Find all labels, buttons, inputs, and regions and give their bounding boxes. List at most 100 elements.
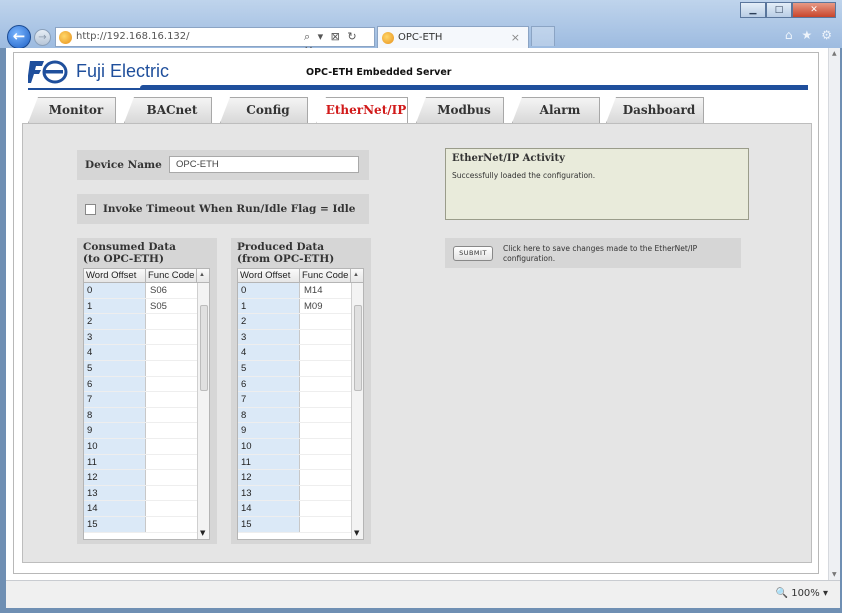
scroll-thumb[interactable] [354,305,362,391]
device-name-input[interactable]: OPC-ETH [169,156,359,173]
func-code-cell[interactable]: M09 [300,299,351,314]
table-row[interactable]: 11 [84,454,197,471]
func-code-cell[interactable] [146,314,197,329]
func-code-cell[interactable] [146,455,197,470]
tab-close-icon[interactable]: × [511,31,520,44]
new-tab-button[interactable] [531,26,555,46]
scroll-up-icon[interactable]: ▲ [832,50,837,57]
back-button[interactable]: ← [7,25,31,49]
func-code-cell[interactable] [300,345,351,360]
func-code-cell[interactable] [300,423,351,438]
consumed-grid-scrollbar[interactable]: ▼ [197,283,209,539]
table-row[interactable]: 7 [84,392,197,408]
table-row[interactable]: 15 [84,516,197,533]
scroll-up-icon[interactable]: ▲ [199,272,205,278]
scroll-down-icon[interactable]: ▼ [832,571,837,578]
func-code-cell[interactable] [300,439,351,454]
table-row[interactable]: 12 [238,470,351,486]
favorites-star-icon[interactable]: ★ [801,28,812,42]
tab-ethernet-ip[interactable]: EtherNet/IP [316,97,408,124]
func-code-cell[interactable]: S05 [146,299,197,314]
home-icon[interactable]: ⌂ [785,28,793,42]
func-code-cell[interactable] [146,361,197,376]
func-code-cell[interactable] [300,517,351,532]
func-code-cell[interactable] [146,439,197,454]
scroll-up-icon[interactable]: ▲ [353,272,359,278]
invoke-timeout-checkbox[interactable] [85,204,96,215]
zoom-level[interactable]: 🔍 100% ▾ [776,588,828,599]
tab-dashboard[interactable]: Dashboard [606,97,704,123]
table-row[interactable]: 9 [84,423,197,439]
func-code-cell[interactable]: S06 [146,283,197,298]
func-code-cell[interactable] [300,455,351,470]
settings-gear-icon[interactable]: ⚙ [821,28,832,42]
submit-button[interactable]: SUBMIT [453,246,493,261]
table-row[interactable]: 8 [238,407,351,424]
table-row[interactable]: 13 [238,485,351,502]
table-row[interactable]: 9 [238,423,351,439]
table-row[interactable]: 6 [84,376,197,393]
tab-monitor[interactable]: Monitor [28,97,116,123]
table-row[interactable]: 10 [84,438,197,455]
table-row[interactable]: 4 [238,345,351,361]
func-code-cell[interactable] [146,330,197,345]
table-row[interactable]: 11 [238,454,351,471]
func-code-cell[interactable] [146,486,197,501]
table-row[interactable]: 7 [238,392,351,408]
table-row[interactable]: 6 [238,376,351,393]
table-row[interactable]: 5 [84,360,197,377]
func-code-cell[interactable] [146,408,197,423]
tab-modbus[interactable]: Modbus [416,97,504,123]
func-code-cell[interactable] [300,408,351,423]
table-row[interactable]: 3 [238,329,351,346]
func-code-cell[interactable] [300,361,351,376]
func-code-cell[interactable] [300,330,351,345]
produced-grid-scrollbar[interactable]: ▼ [351,283,363,539]
table-row[interactable]: 4 [84,345,197,361]
table-row[interactable]: 1 M09 [238,298,351,315]
table-row[interactable]: 13 [84,485,197,502]
func-code-cell[interactable] [146,345,197,360]
func-code-cell[interactable] [146,501,197,516]
table-row[interactable]: 8 [84,407,197,424]
consumed-data-grid[interactable]: Word Offset Func Code ▲ 0 S06 1 S05 2 3 4 5 6 7 8 9… [83,268,210,540]
maximize-button[interactable]: □ [766,2,792,18]
table-row[interactable]: 0 S06 [84,283,197,299]
scroll-thumb[interactable] [200,305,208,391]
table-row[interactable]: 10 [238,438,351,455]
col-header-func-code[interactable]: Func Code [146,269,197,283]
forward-button[interactable]: → [34,29,51,46]
table-row[interactable]: 12 [84,470,197,486]
func-code-cell[interactable] [146,470,197,485]
func-code-cell[interactable] [300,501,351,516]
func-code-cell[interactable] [146,377,197,392]
func-code-cell[interactable] [300,377,351,392]
table-row[interactable]: 0 M14 [238,283,351,299]
table-row[interactable]: 5 [238,360,351,377]
table-row[interactable]: 15 [238,516,351,533]
col-header-func-code[interactable]: Func Code [300,269,351,283]
func-code-cell[interactable] [300,470,351,485]
table-row[interactable]: 14 [84,501,197,517]
func-code-cell[interactable] [300,486,351,501]
minimize-button[interactable]: ▁ [740,2,766,18]
scroll-down-icon[interactable]: ▼ [200,529,205,537]
func-code-cell[interactable] [146,517,197,532]
tab-bacnet[interactable]: BACnet [124,97,212,123]
col-header-word-offset[interactable]: Word Offset [238,269,300,283]
func-code-cell[interactable] [300,314,351,329]
address-url[interactable]: http://192.168.16.132/ [76,31,190,42]
table-row[interactable]: 14 [238,501,351,517]
func-code-cell[interactable] [146,392,197,407]
col-header-word-offset[interactable]: Word Offset [84,269,146,283]
table-row[interactable]: 3 [84,329,197,346]
table-row[interactable]: 1 S05 [84,298,197,315]
table-row[interactable]: 2 [84,314,197,330]
page-scrollbar[interactable]: ▲ ▼ [828,48,840,580]
tab-alarm[interactable]: Alarm [512,97,600,123]
browser-tab[interactable]: OPC-ETH × [377,26,529,48]
scroll-down-icon[interactable]: ▼ [354,529,359,537]
produced-data-grid[interactable]: Word Offset Func Code ▲ 0 M14 1 M09 2 3 4 5 6 7 8 9… [237,268,364,540]
func-code-cell[interactable] [300,392,351,407]
tab-config[interactable]: Config [220,97,308,123]
